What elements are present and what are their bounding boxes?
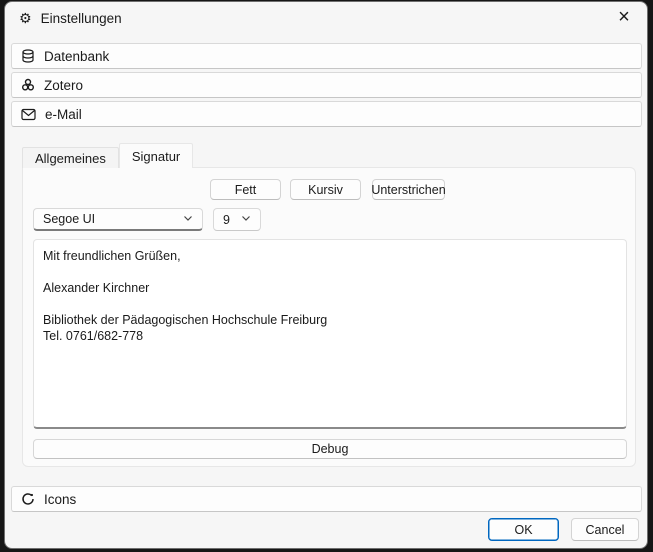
chevron-down-icon [240,212,252,227]
section-header-email[interactable]: e-Mail [11,101,642,127]
tab-allgemeines[interactable]: Allgemeines [22,147,119,168]
font-family-value: Segoe UI [43,212,95,226]
signatur-tab-panel: Fett Kursiv Unterstrichen Segoe UI 9 Mit… [22,167,636,467]
email-tabs: Allgemeines Signatur [22,143,193,168]
settings-window: ⚙ Einstellungen × Datenbank Zotero [4,1,648,549]
section-header-icons[interactable]: Icons [11,486,642,512]
section-label: Icons [44,492,76,507]
ok-button[interactable]: OK [488,518,559,541]
chevron-down-icon [182,212,194,227]
refresh-icon [21,492,35,506]
window-title: Einstellungen [41,11,122,26]
signature-textarea[interactable]: Mit freundlichen Grüßen, Alexander Kirch… [33,239,627,429]
font-family-combobox[interactable]: Segoe UI [33,208,203,231]
font-size-combobox[interactable]: 9 [213,208,261,231]
bold-button[interactable]: Fett [210,179,281,200]
gear-icon: ⚙ [19,11,32,25]
section-header-datenbank[interactable]: Datenbank [11,43,642,69]
font-size-value: 9 [223,213,230,227]
italic-button[interactable]: Kursiv [290,179,361,200]
mail-icon [21,108,36,121]
zotero-icon [21,78,35,92]
close-icon[interactable]: × [601,2,647,33]
titlebar: ⚙ Einstellungen [5,2,647,34]
section-label: Zotero [44,78,83,93]
tab-signatur[interactable]: Signatur [119,143,193,168]
section-header-zotero[interactable]: Zotero [11,72,642,98]
section-label: e-Mail [45,107,82,122]
section-label: Datenbank [44,49,109,64]
underline-button[interactable]: Unterstrichen [372,179,445,200]
cancel-button[interactable]: Cancel [571,518,639,541]
debug-button[interactable]: Debug [33,439,627,459]
database-icon [21,49,35,63]
